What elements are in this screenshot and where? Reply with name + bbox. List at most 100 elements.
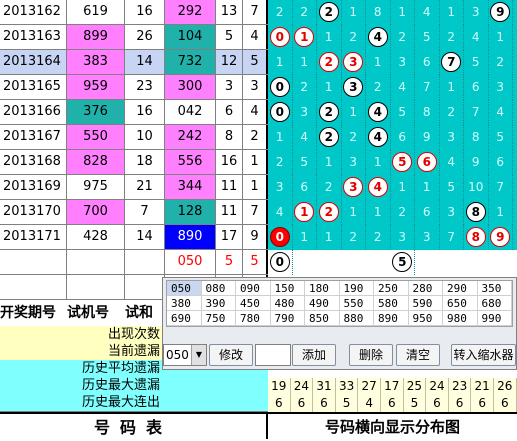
code-item[interactable]: 650 — [443, 296, 478, 311]
empty-cell — [67, 250, 125, 274]
code-select[interactable]: 050 ▼ — [163, 344, 207, 366]
grid-cell: 4 — [366, 100, 391, 125]
code-item[interactable]: 950 — [408, 311, 443, 326]
trial-sum-cell: 26 — [125, 25, 165, 49]
grid-cell: 5 — [293, 150, 317, 175]
trial-sum-cell: 10 — [125, 125, 165, 149]
draw-number-cell: 242 — [165, 125, 216, 149]
delete-button[interactable]: 删除 — [349, 344, 393, 366]
digit-ball: 6 — [416, 152, 437, 172]
table-row-pending[interactable]: 050 5 5 — [0, 250, 268, 275]
grid-cell: 5 — [440, 175, 464, 200]
grid-cell: 1 — [415, 175, 440, 200]
code-item[interactable]: 290 — [443, 281, 478, 296]
digit-ball: 4 — [367, 127, 388, 147]
grid-cell: 8 — [464, 225, 489, 250]
stats-label: 历史最大遗漏 — [0, 377, 268, 395]
code-item[interactable]: 180 — [305, 281, 340, 296]
code-item[interactable]: 790 — [270, 311, 305, 326]
code-item[interactable]: 890 — [374, 311, 409, 326]
trial-sum-cell: 21 — [125, 175, 165, 199]
digit-ball: 2 — [318, 2, 339, 22]
table-row[interactable]: 2013167 550 10 242 8 2 — [0, 125, 268, 150]
value-a-cell: 5 — [216, 25, 243, 49]
grid-cell: 5 — [391, 150, 415, 175]
digit-ball: 5 — [392, 252, 413, 272]
grid-cell: 2 — [317, 200, 342, 225]
grid-row: 1123136752 — [268, 50, 517, 75]
grid-cell: 2 — [342, 225, 366, 250]
draw-number-cell: 104 — [165, 25, 216, 49]
code-item[interactable]: 250 — [374, 281, 409, 296]
code-item[interactable]: 150 — [270, 281, 305, 296]
import-shrinker-button[interactable]: 转入缩水器 — [451, 344, 516, 366]
trial-sum-cell: 23 — [125, 75, 165, 99]
code-item[interactable]: 980 — [443, 311, 478, 326]
trial-sum-cell: 16 — [125, 0, 165, 24]
table-row[interactable]: 2013162 619 16 292 13 7 — [0, 0, 268, 25]
table-row[interactable]: 2013171 428 14 890 17 9 — [0, 225, 268, 250]
trial-sum-cell: 16 — [125, 100, 165, 124]
digit-ball: 4 — [367, 177, 388, 197]
code-item[interactable]: 990 — [477, 311, 512, 326]
empty-cell — [125, 250, 165, 274]
table-row[interactable]: 2013164 383 14 732 12 5 — [0, 50, 268, 75]
grid-cell: 1 — [317, 150, 342, 175]
stats-cell: 6 — [449, 395, 472, 412]
code-item[interactable]: 350 — [477, 281, 512, 296]
code-item[interactable]: 480 — [270, 296, 305, 311]
code-item[interactable]: 680 — [477, 296, 512, 311]
modify-button[interactable]: 修改 — [209, 344, 253, 366]
clear-button[interactable]: 清空 — [396, 344, 440, 366]
value-a-cell: 17 — [216, 225, 243, 249]
digit-ball: 9 — [490, 227, 511, 247]
stats-cell: 33 — [336, 378, 359, 395]
code-item[interactable]: 280 — [408, 281, 443, 296]
grid-cell: 3 — [342, 175, 366, 200]
grid-cell: 1 — [391, 175, 415, 200]
table-row[interactable]: 2013169 975 21 344 11 1 — [0, 175, 268, 200]
code-select-value: 050 — [166, 348, 189, 362]
digit-ball: 2 — [318, 127, 339, 147]
digit-ball: 3 — [343, 52, 364, 72]
stats-cell: 6 — [426, 395, 449, 412]
code-item[interactable]: 550 — [339, 296, 374, 311]
code-item[interactable]: 390 — [201, 296, 236, 311]
table-row[interactable]: 2013163 899 26 104 5 4 — [0, 25, 268, 50]
draw-number-cell: 344 — [165, 175, 216, 199]
digit-ball: 3 — [343, 177, 364, 197]
code-item[interactable]: 780 — [236, 311, 271, 326]
grid-row: 0112425241 — [268, 25, 517, 50]
value-a-cell: 16 — [216, 150, 243, 174]
digit-ball: 0 — [269, 102, 290, 122]
code-item[interactable]: 690 — [167, 311, 202, 326]
grid-row: 4121126381 — [268, 200, 517, 225]
code-item[interactable]: 490 — [305, 296, 340, 311]
code-item[interactable]: 750 — [201, 311, 236, 326]
code-list[interactable]: 050 080 090 150 180 190 250 280 290 350 380 390 450 4… — [166, 280, 513, 327]
code-item[interactable]: 090 — [236, 281, 271, 296]
code-item[interactable]: 050 — [167, 281, 202, 296]
chevron-down-icon[interactable]: ▼ — [191, 345, 206, 365]
table-row[interactable]: 2013170 700 7 128 11 7 — [0, 200, 268, 225]
code-item[interactable]: 190 — [339, 281, 374, 296]
grid-cell: 3 — [415, 225, 440, 250]
trial-number-cell: 619 — [67, 0, 125, 24]
code-item[interactable]: 380 — [167, 296, 202, 311]
add-button[interactable]: 添加 — [292, 344, 336, 366]
issue-number-cell: 2013167 — [0, 125, 67, 149]
table-row[interactable]: 2013168 828 18 556 16 1 — [0, 150, 268, 175]
table-row[interactable]: 2013165 959 23 300 3 3 — [0, 75, 268, 100]
code-item[interactable]: 450 — [236, 296, 271, 311]
grid-cell: 2 — [440, 25, 464, 50]
code-item[interactable]: 880 — [339, 311, 374, 326]
code-item[interactable]: 590 — [408, 296, 443, 311]
code-item[interactable]: 580 — [374, 296, 409, 311]
grid-cell: 7 — [415, 75, 440, 100]
table-row[interactable]: 2013166 376 16 042 6 4 — [0, 100, 268, 125]
value-a-cell: 6 — [216, 100, 243, 124]
stats-cell: 6 — [268, 395, 291, 412]
code-item[interactable]: 850 — [305, 311, 340, 326]
code-item[interactable]: 080 — [201, 281, 236, 296]
code-input[interactable] — [255, 344, 291, 366]
